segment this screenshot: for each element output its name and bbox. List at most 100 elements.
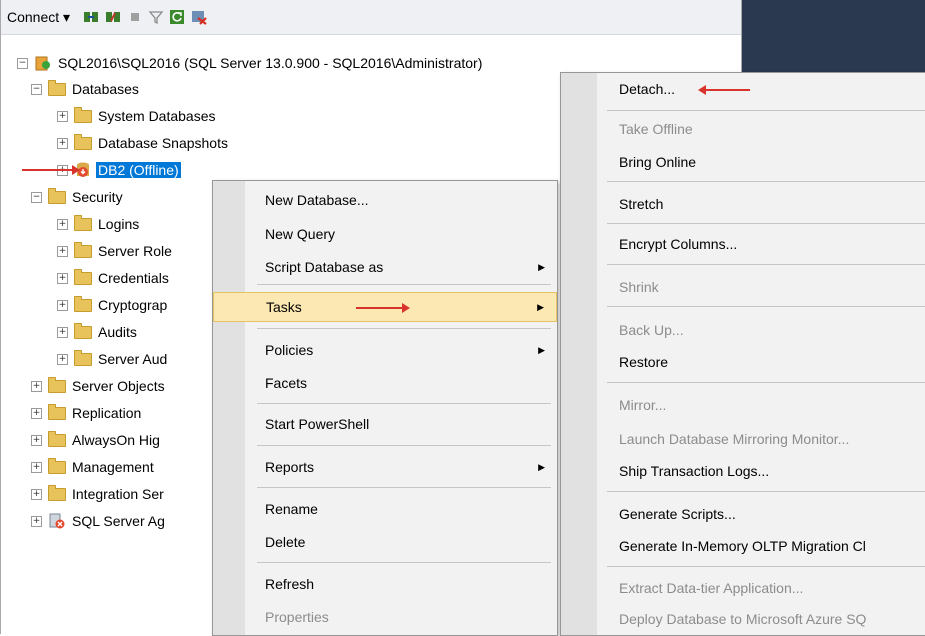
menu-item-encrypt-columns[interactable]: Encrypt Columns... bbox=[561, 232, 925, 256]
disconnect-icon[interactable] bbox=[105, 9, 121, 25]
refresh-icon[interactable] bbox=[169, 9, 185, 25]
tree-node-replication[interactable]: + Replication bbox=[31, 402, 141, 424]
folder-icon bbox=[48, 484, 66, 501]
tree-label-selected: DB2 (Offline) bbox=[96, 162, 181, 178]
expand-icon[interactable]: + bbox=[57, 245, 68, 257]
menu-item-generate-scripts[interactable]: Generate Scripts... bbox=[561, 502, 925, 526]
menu-item-policies[interactable]: Policies ▶ bbox=[213, 338, 557, 362]
tree-node-server-roles[interactable]: + Server Role bbox=[57, 240, 172, 262]
expand-icon[interactable]: + bbox=[31, 488, 42, 500]
menu-item-back-up[interactable]: Back Up... bbox=[561, 318, 925, 342]
menu-separator bbox=[257, 562, 551, 563]
expand-icon[interactable]: + bbox=[57, 137, 68, 149]
folder-icon bbox=[74, 133, 92, 150]
menu-separator bbox=[257, 403, 551, 404]
expand-icon[interactable]: + bbox=[57, 353, 68, 365]
menu-separator bbox=[257, 445, 551, 446]
tree-label: Audits bbox=[98, 324, 137, 340]
folder-icon bbox=[74, 322, 92, 339]
menu-item-start-powershell[interactable]: Start PowerShell bbox=[213, 412, 557, 436]
expand-icon[interactable]: + bbox=[57, 218, 68, 230]
menu-item-new-query[interactable]: New Query bbox=[213, 222, 557, 246]
menu-item-properties[interactable]: Properties bbox=[213, 605, 557, 629]
folder-icon bbox=[74, 241, 92, 258]
expand-icon[interactable]: + bbox=[31, 461, 42, 473]
annotation-arrow-db2 bbox=[22, 165, 80, 175]
tree-node-audits[interactable]: + Audits bbox=[57, 321, 137, 343]
stop-icon[interactable] bbox=[127, 9, 143, 25]
folder-icon bbox=[74, 295, 92, 312]
tree-node-credentials[interactable]: + Credentials bbox=[57, 267, 169, 289]
tree-node-server-audit[interactable]: + Server Aud bbox=[57, 348, 167, 370]
folder-icon bbox=[48, 187, 66, 204]
tree-label: SQL2016\SQL2016 (SQL Server 13.0.900 - S… bbox=[58, 55, 483, 71]
activity-monitor-icon[interactable] bbox=[191, 9, 207, 25]
tree-node-sql-agent[interactable]: + SQL Server Ag bbox=[31, 510, 165, 532]
collapse-icon[interactable]: − bbox=[17, 57, 28, 69]
menu-item-script-database-as[interactable]: Script Database as ▶ bbox=[213, 255, 557, 279]
tree-label: Replication bbox=[72, 405, 142, 421]
menu-separator bbox=[607, 181, 925, 182]
menu-separator bbox=[257, 487, 551, 488]
expand-icon[interactable]: + bbox=[57, 299, 68, 311]
tree-node-logins[interactable]: + Logins bbox=[57, 213, 139, 235]
expand-icon[interactable]: + bbox=[57, 326, 68, 338]
submenu-arrow-icon: ▶ bbox=[538, 261, 545, 272]
menu-item-delete[interactable]: Delete bbox=[213, 530, 557, 554]
menu-item-restore[interactable]: Restore bbox=[561, 350, 925, 374]
tree-label: Credentials bbox=[98, 270, 169, 286]
menu-item-bring-online[interactable]: Bring Online bbox=[561, 150, 925, 174]
tasks-submenu: Detach... Take Offline Bring Online Stre… bbox=[560, 72, 925, 636]
menu-item-stretch[interactable]: Stretch bbox=[561, 192, 925, 216]
tree-node-server[interactable]: − SQL2016\SQL2016 (SQL Server 13.0.900 -… bbox=[17, 52, 482, 74]
tree-node-security[interactable]: − Security bbox=[31, 186, 123, 208]
submenu-arrow-icon: ▶ bbox=[537, 301, 544, 312]
tree-label: Server Aud bbox=[98, 351, 168, 367]
menu-separator bbox=[257, 328, 551, 329]
menu-item-launch-mirroring-monitor[interactable]: Launch Database Mirroring Monitor... bbox=[561, 427, 925, 451]
menu-item-new-database[interactable]: New Database... bbox=[213, 188, 557, 212]
connect-button[interactable]: Connect ▾ bbox=[7, 9, 70, 26]
menu-item-extract-datatier[interactable]: Extract Data-tier Application... bbox=[561, 576, 925, 600]
menu-item-rename[interactable]: Rename bbox=[213, 497, 557, 521]
menu-item-take-offline[interactable]: Take Offline bbox=[561, 117, 925, 141]
tree-node-databases[interactable]: − Databases bbox=[31, 78, 139, 100]
connect-engine-icon[interactable] bbox=[83, 9, 99, 25]
tree-node-database-snapshots[interactable]: + Database Snapshots bbox=[57, 132, 228, 154]
menu-item-deploy-azure[interactable]: Deploy Database to Microsoft Azure SQ bbox=[561, 607, 925, 631]
menu-separator bbox=[257, 284, 551, 285]
folder-icon bbox=[48, 430, 66, 447]
expand-icon[interactable]: + bbox=[31, 407, 42, 419]
server-icon bbox=[35, 56, 50, 71]
tree-node-cryptographic[interactable]: + Cryptograp bbox=[57, 294, 167, 316]
tree-label: AlwaysOn Hig bbox=[72, 432, 160, 448]
menu-separator bbox=[607, 382, 925, 383]
menu-item-generate-inmemory-oltp[interactable]: Generate In-Memory OLTP Migration Cl bbox=[561, 534, 925, 558]
tree-node-integration[interactable]: + Integration Ser bbox=[31, 483, 164, 505]
expand-icon[interactable]: + bbox=[31, 380, 42, 392]
menu-item-shrink[interactable]: Shrink bbox=[561, 275, 925, 299]
tree-node-alwayson[interactable]: + AlwaysOn Hig bbox=[31, 429, 160, 451]
tree-label: Server Role bbox=[98, 243, 172, 259]
tree-label: Security bbox=[72, 189, 123, 205]
expand-icon[interactable]: + bbox=[57, 272, 68, 284]
menu-item-ship-transaction-logs[interactable]: Ship Transaction Logs... bbox=[561, 459, 925, 483]
tree-node-server-objects[interactable]: + Server Objects bbox=[31, 375, 165, 397]
tree-node-system-databases[interactable]: + System Databases bbox=[57, 105, 216, 127]
tree-node-management[interactable]: + Management bbox=[31, 456, 154, 478]
expand-icon[interactable]: + bbox=[31, 434, 42, 446]
menu-item-reports[interactable]: Reports ▶ bbox=[213, 455, 557, 479]
menu-item-facets[interactable]: Facets bbox=[213, 371, 557, 395]
collapse-icon[interactable]: − bbox=[31, 191, 42, 203]
menu-separator bbox=[607, 306, 925, 307]
tree-label: Management bbox=[72, 459, 154, 475]
menu-item-refresh[interactable]: Refresh bbox=[213, 572, 557, 596]
menu-separator bbox=[607, 566, 925, 567]
folder-icon bbox=[74, 214, 92, 231]
menu-item-mirror[interactable]: Mirror... bbox=[561, 393, 925, 417]
background-panel bbox=[742, 0, 925, 72]
expand-icon[interactable]: + bbox=[57, 110, 68, 122]
collapse-icon[interactable]: − bbox=[31, 83, 42, 95]
expand-icon[interactable]: + bbox=[31, 515, 42, 527]
filter-icon[interactable] bbox=[148, 9, 164, 25]
